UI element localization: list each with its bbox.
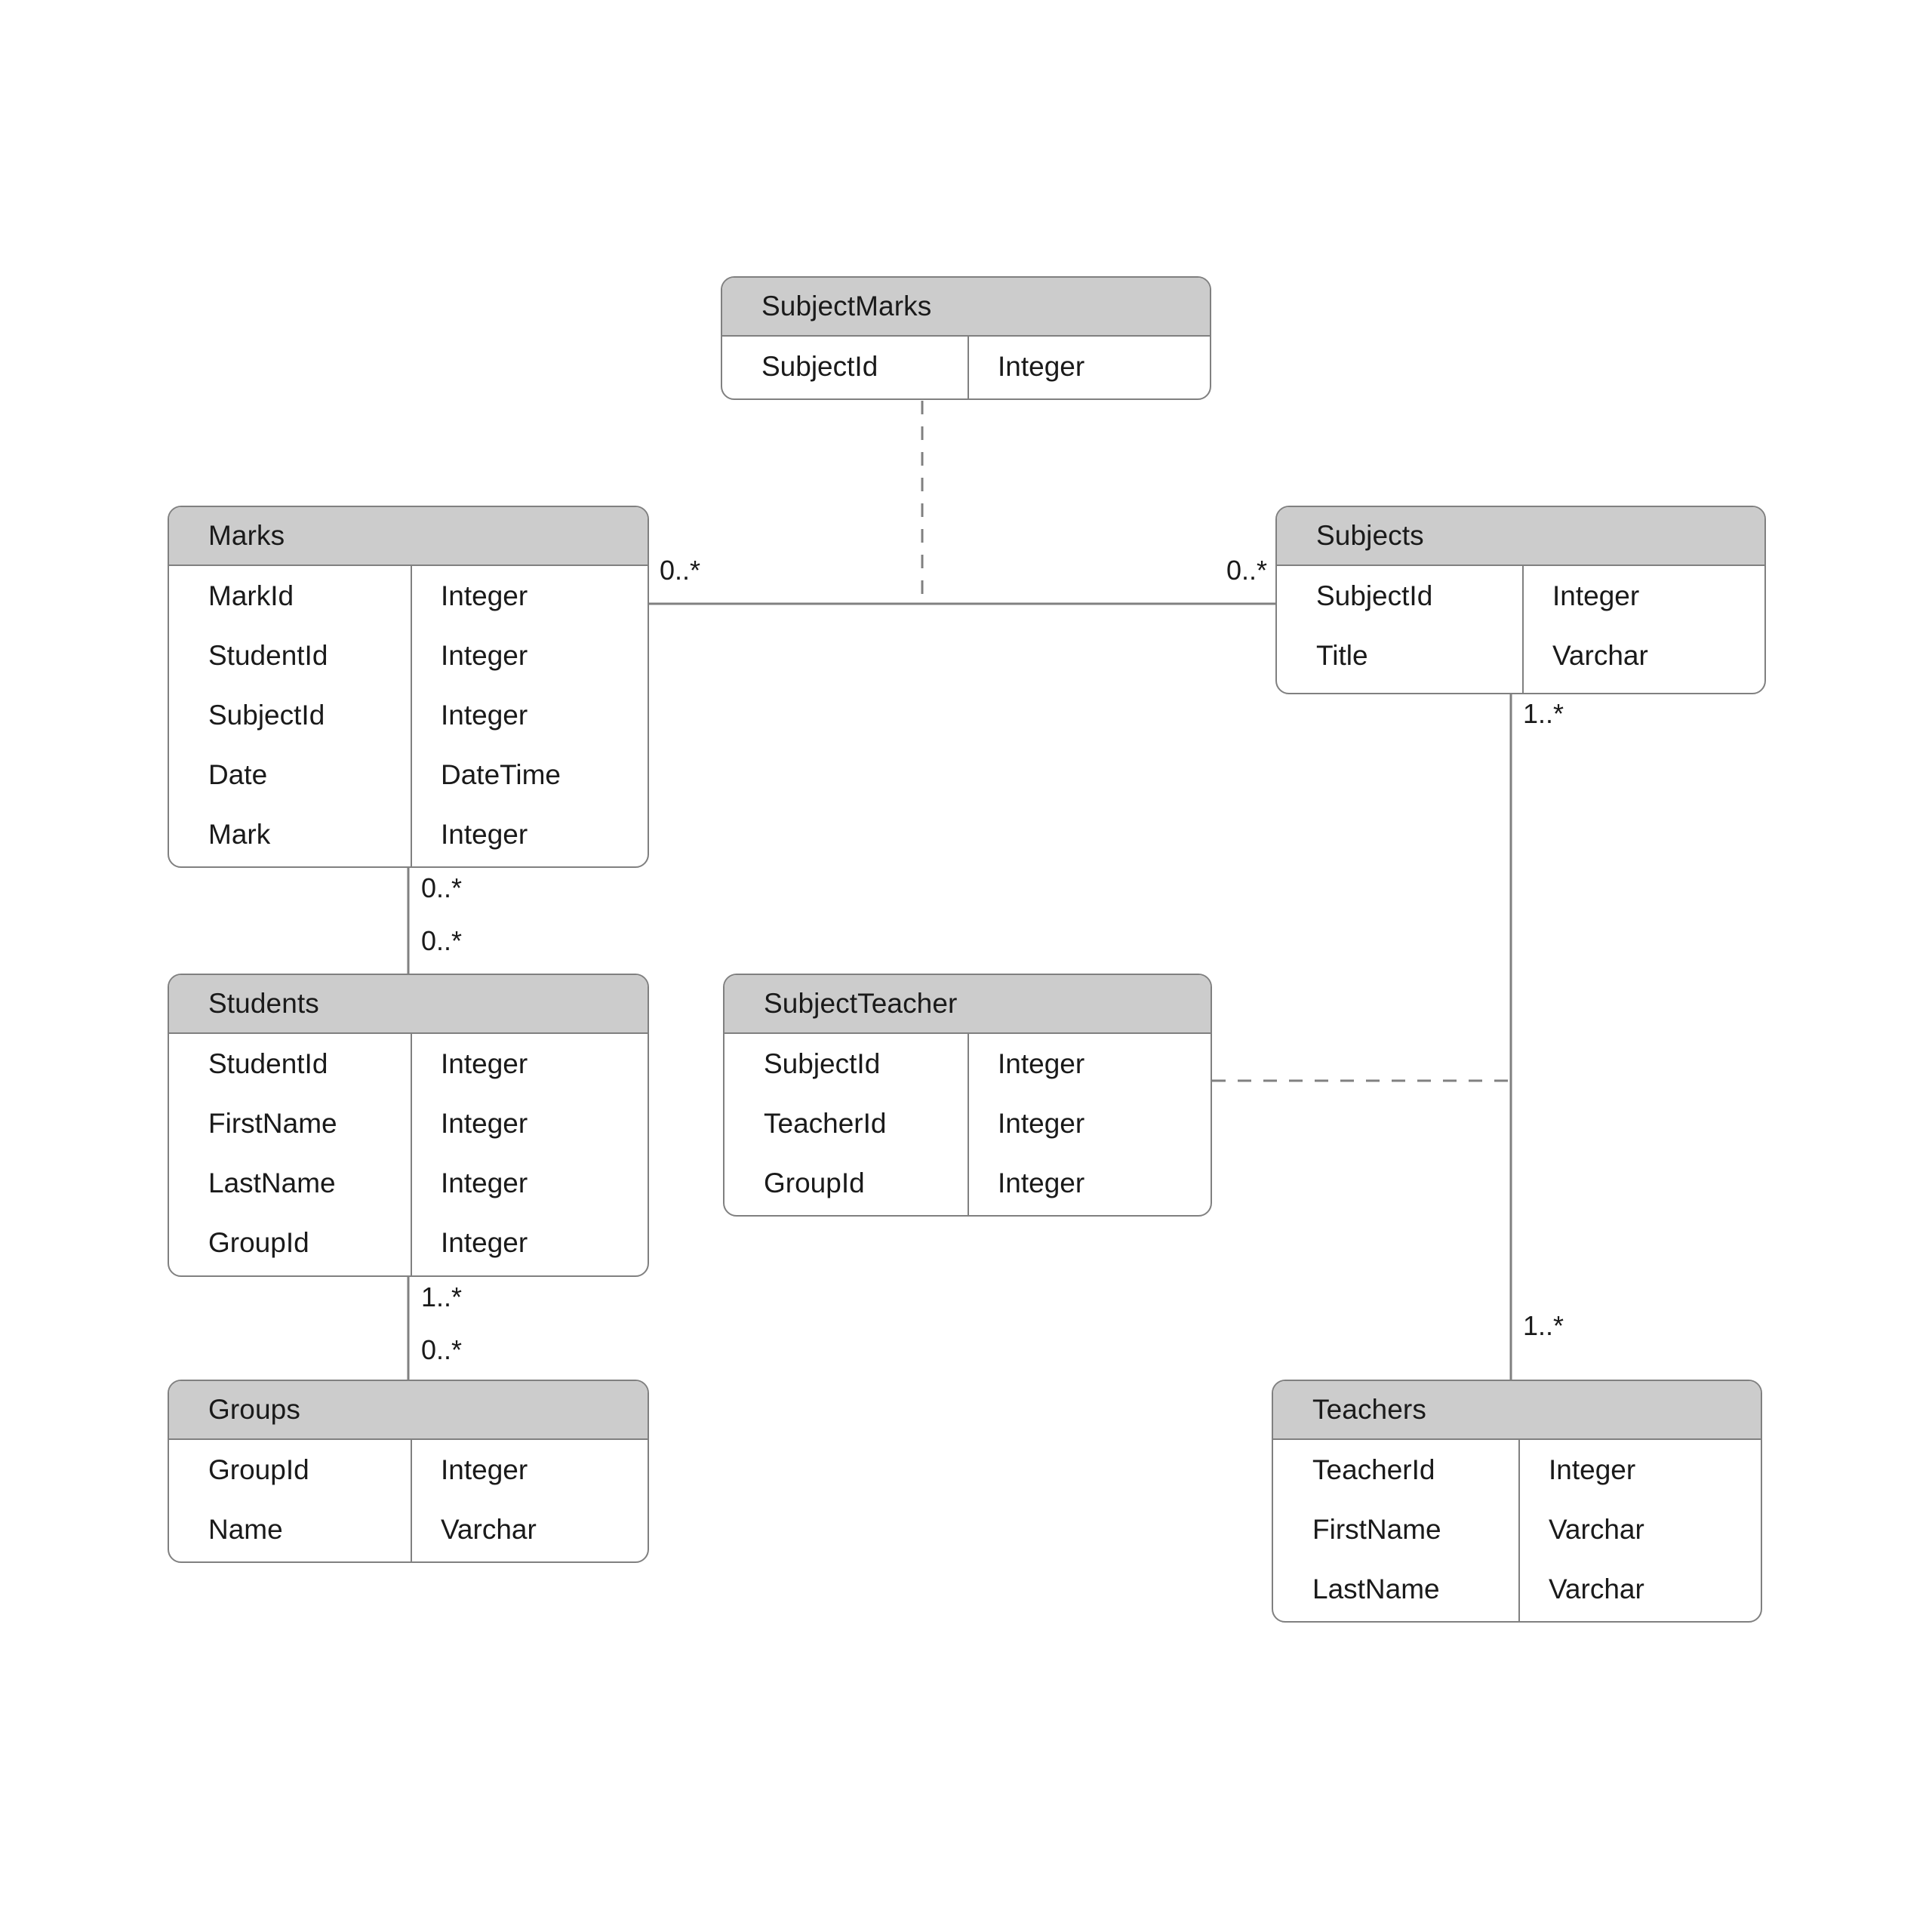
entity-attributes-teachers: TeacherId Integer FirstName Varchar LastName… — [1273, 1440, 1761, 1621]
attribute-name: Mark — [208, 818, 271, 850]
entity-attributes-marks: MarkId Integer StudentId Integer SubjectId In… — [169, 566, 648, 866]
entity-title-marks: Marks — [169, 507, 648, 566]
entity-marks[interactable]: Marks MarkId Integer StudentId Integer Subjec… — [168, 506, 649, 868]
attribute-row[interactable]: StudentId Integer — [169, 1034, 648, 1094]
cardinality-label-subjects-left: 0..* — [1226, 555, 1268, 586]
attribute-name: FirstName — [208, 1107, 337, 1139]
attribute-type: Integer — [998, 351, 1085, 382]
attribute-row[interactable]: GroupId Integer — [169, 1213, 648, 1272]
entity-students[interactable]: Students StudentId Integer FirstName Integer… — [168, 974, 649, 1277]
attribute-type: Integer — [998, 1048, 1085, 1079]
attribute-name: TeacherId — [764, 1107, 887, 1139]
entity-attributes-subjectmarks: SubjectId Integer — [722, 337, 1210, 398]
cardinality-label-subjects-bottom: 1..* — [1523, 698, 1564, 729]
attribute-name: SubjectId — [761, 351, 878, 382]
entity-subjects[interactable]: Subjects SubjectId Integer Title Varchar — [1275, 506, 1766, 694]
attribute-type: DateTime — [441, 758, 561, 790]
attribute-type: Integer — [1549, 1454, 1636, 1485]
attribute-name: Title — [1316, 639, 1368, 671]
attribute-name: FirstName — [1312, 1513, 1441, 1545]
attribute-row[interactable]: StudentId Integer — [169, 626, 648, 685]
attribute-row[interactable]: FirstName Integer — [169, 1094, 648, 1153]
entity-title-students: Students — [169, 975, 648, 1034]
entity-title-subjects: Subjects — [1277, 507, 1764, 566]
attribute-row[interactable]: SubjectId Integer — [722, 337, 1210, 397]
cardinality-label-students-top: 0..* — [421, 925, 463, 956]
entity-subjectteacher[interactable]: SubjectTeacher SubjectId Integer TeacherId I… — [723, 974, 1212, 1217]
column-divider — [968, 1034, 969, 1215]
attribute-name: StudentId — [208, 1048, 328, 1079]
cardinality-label-groups-top: 0..* — [421, 1334, 463, 1365]
attribute-row[interactable]: Date DateTime — [169, 745, 648, 804]
column-divider — [411, 566, 412, 866]
attribute-row[interactable]: FirstName Varchar — [1273, 1500, 1761, 1559]
attribute-row[interactable]: Title Varchar — [1277, 626, 1764, 685]
attribute-type: Varchar — [1549, 1513, 1644, 1545]
attribute-type: Varchar — [1552, 639, 1648, 671]
attribute-type: Integer — [441, 580, 528, 611]
attribute-name: GroupId — [208, 1454, 309, 1485]
attribute-row[interactable]: SubjectId Integer — [169, 685, 648, 745]
attribute-row[interactable]: MarkId Integer — [169, 566, 648, 626]
attribute-row[interactable]: TeacherId Integer — [1273, 1440, 1761, 1500]
cardinality-label-marks-right: 0..* — [660, 555, 701, 586]
attribute-type: Integer — [441, 1048, 528, 1079]
cardinality-label-students-bottom: 1..* — [421, 1281, 463, 1312]
attribute-type: Integer — [441, 818, 528, 850]
attribute-row[interactable]: LastName Varchar — [1273, 1559, 1761, 1619]
cardinality-label-marks-bottom: 0..* — [421, 872, 463, 903]
attribute-name: MarkId — [208, 580, 294, 611]
entity-title-subjectteacher: SubjectTeacher — [724, 975, 1211, 1034]
cardinality-label-teachers-top: 1..* — [1523, 1310, 1564, 1341]
column-divider — [411, 1034, 412, 1275]
attribute-name: SubjectId — [764, 1048, 881, 1079]
entity-attributes-subjects: SubjectId Integer Title Varchar — [1277, 566, 1764, 693]
attribute-name: SubjectId — [1316, 580, 1433, 611]
attribute-name: GroupId — [764, 1167, 865, 1198]
attribute-type: Integer — [441, 699, 528, 731]
attribute-type: Integer — [998, 1167, 1085, 1198]
entity-title-subjectmarks: SubjectMarks — [722, 278, 1210, 337]
attribute-row[interactable]: GroupId Integer — [169, 1440, 648, 1500]
column-divider — [411, 1440, 412, 1561]
entity-attributes-students: StudentId Integer FirstName Integer LastName… — [169, 1034, 648, 1275]
attribute-type: Integer — [441, 1226, 528, 1258]
column-divider — [968, 337, 969, 398]
entity-subjectmarks[interactable]: SubjectMarks SubjectId Integer — [721, 276, 1211, 400]
attribute-name: TeacherId — [1312, 1454, 1435, 1485]
attribute-row[interactable]: Name Varchar — [169, 1500, 648, 1559]
attribute-name: LastName — [1312, 1573, 1440, 1604]
column-divider — [1518, 1440, 1520, 1621]
er-diagram-canvas: SubjectMarks SubjectId Integer Marks MarkId I… — [0, 0, 1932, 1932]
attribute-name: Date — [208, 758, 268, 790]
attribute-type: Integer — [441, 639, 528, 671]
attribute-type: Integer — [441, 1107, 528, 1139]
attribute-type: Integer — [441, 1454, 528, 1485]
attribute-type: Varchar — [441, 1513, 537, 1545]
attribute-name: LastName — [208, 1167, 336, 1198]
attribute-type: Varchar — [1549, 1573, 1644, 1604]
attribute-row[interactable]: Mark Integer — [169, 804, 648, 864]
attribute-row[interactable]: LastName Integer — [169, 1153, 648, 1213]
attribute-name: StudentId — [208, 639, 328, 671]
entity-title-groups: Groups — [169, 1381, 648, 1440]
attribute-name: Name — [208, 1513, 283, 1545]
entity-attributes-subjectteacher: SubjectId Integer TeacherId Integer GroupId I… — [724, 1034, 1211, 1215]
entity-attributes-groups: GroupId Integer Name Varchar — [169, 1440, 648, 1561]
attribute-type: Integer — [441, 1167, 528, 1198]
attribute-name: GroupId — [208, 1226, 309, 1258]
entity-teachers[interactable]: Teachers TeacherId Integer FirstName Varchar… — [1272, 1380, 1762, 1623]
column-divider — [1522, 566, 1524, 693]
entity-title-teachers: Teachers — [1273, 1381, 1761, 1440]
attribute-type: Integer — [1552, 580, 1640, 611]
attribute-type: Integer — [998, 1107, 1085, 1139]
attribute-row[interactable]: SubjectId Integer — [1277, 566, 1764, 626]
attribute-name: SubjectId — [208, 699, 325, 731]
entity-groups[interactable]: Groups GroupId Integer Name Varchar — [168, 1380, 649, 1563]
